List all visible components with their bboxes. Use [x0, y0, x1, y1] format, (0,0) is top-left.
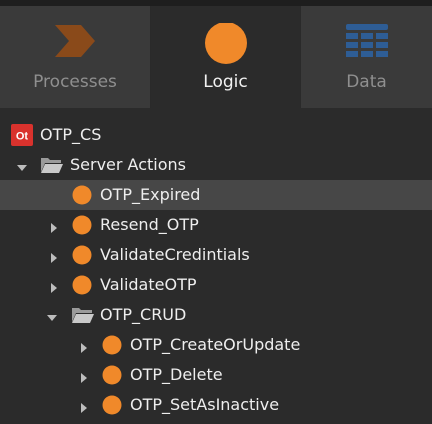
tree-item-label: OTP_Delete: [130, 365, 223, 384]
chevron-down-icon[interactable]: [46, 309, 58, 321]
processes-chevron-icon: [53, 23, 97, 63]
tree-item-label: OTP_SetAsInactive: [130, 395, 280, 414]
tab-processes-label: Processes: [33, 72, 117, 92]
tree-item-resend-otp[interactable]: Resend_OTP: [0, 210, 432, 240]
server-action-icon: [72, 275, 92, 299]
tree-module-row[interactable]: Ot OTP_CS: [0, 120, 432, 150]
tab-data[interactable]: Data: [301, 6, 432, 108]
chevron-down-icon[interactable]: [16, 159, 28, 171]
chevron-right-icon[interactable]: [48, 249, 60, 263]
chevron-right-icon[interactable]: [48, 279, 60, 293]
server-action-icon: [72, 245, 92, 269]
tree-item-otp-expired[interactable]: OTP_Expired: [0, 180, 432, 210]
tree-item-validate-otp[interactable]: ValidateOTP: [0, 270, 432, 300]
tree-item-otp-setasinactive[interactable]: OTP_SetAsInactive: [0, 390, 432, 420]
server-action-icon: [102, 365, 122, 389]
tree-item-label: OTP_Expired: [100, 185, 201, 204]
logic-panel: Processes Logic Data Ot OTP_CS Server Ac…: [0, 0, 432, 424]
server-action-icon: [72, 185, 92, 209]
tree-item-label: ValidateCredintials: [100, 245, 250, 264]
server-actions-label: Server Actions: [70, 155, 186, 174]
tree-item-otp-createorupdate[interactable]: OTP_CreateOrUpdate: [0, 330, 432, 360]
tab-processes[interactable]: Processes: [0, 6, 151, 108]
otp-crud-label: OTP_CRUD: [100, 305, 187, 324]
tree-item-label: OTP_CreateOrUpdate: [130, 335, 301, 354]
tree-item-validate-credintials[interactable]: ValidateCredintials: [0, 240, 432, 270]
server-action-icon: [102, 395, 122, 419]
chevron-right-icon[interactable]: [78, 339, 90, 353]
chevron-right-icon[interactable]: [48, 219, 60, 233]
module-label: OTP_CS: [40, 125, 102, 144]
server-action-icon: [72, 215, 92, 239]
tab-bar: Processes Logic Data: [0, 0, 432, 108]
module-badge-text: Ot: [16, 131, 29, 143]
module-badge-icon: Ot: [11, 124, 33, 150]
tree-item-otp-delete[interactable]: OTP_Delete: [0, 360, 432, 390]
server-action-icon: [102, 335, 122, 359]
tab-logic-label: Logic: [203, 72, 248, 92]
tab-logic[interactable]: Logic: [151, 6, 301, 108]
tree-folder-otp-crud[interactable]: OTP_CRUD: [0, 300, 432, 330]
tree-folder-server-actions[interactable]: Server Actions: [0, 150, 432, 180]
tab-data-label: Data: [346, 72, 387, 92]
folder-open-icon: [40, 156, 64, 178]
logic-circle-icon: [204, 22, 248, 71]
tree-item-label: ValidateOTP: [100, 275, 197, 294]
chevron-right-icon[interactable]: [78, 399, 90, 413]
tree-item-label: Resend_OTP: [100, 215, 199, 234]
chevron-right-icon[interactable]: [78, 369, 90, 383]
data-grid-icon: [345, 23, 389, 63]
logic-tree: Ot OTP_CS Server Actions OTP_Expired Res…: [0, 108, 432, 424]
folder-open-icon: [71, 306, 95, 328]
